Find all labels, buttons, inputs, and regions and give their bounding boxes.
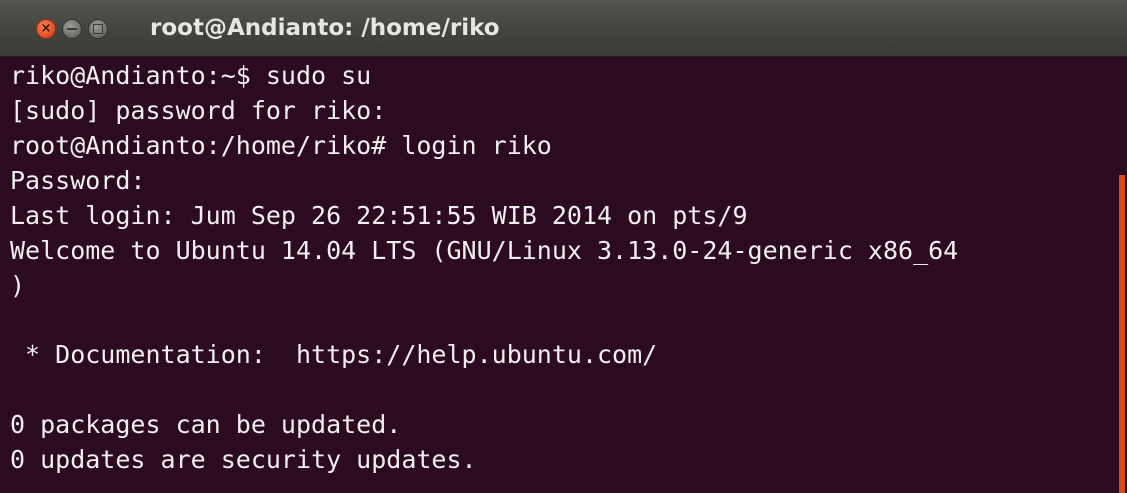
terminal-line: 0 updates are security updates. xyxy=(10,445,477,474)
minimize-button[interactable] xyxy=(62,19,82,39)
terminal-output[interactable]: riko@Andianto:~$ sudo su [sudo] password… xyxy=(0,57,1117,493)
terminal-line: riko@Andianto:~$ sudo su xyxy=(10,61,372,90)
terminal-line: [sudo] password for riko: xyxy=(10,96,387,125)
terminal-line: ) xyxy=(10,271,26,300)
terminal-line: root@Andianto:/home/riko# login riko xyxy=(10,131,552,160)
maximize-icon xyxy=(93,24,103,34)
scrollbar-thumb[interactable] xyxy=(1119,175,1125,493)
terminal-line: Last login: Jum Sep 26 22:51:55 WIB 2014… xyxy=(10,201,748,230)
close-icon: × xyxy=(40,21,52,36)
maximize-button[interactable] xyxy=(88,19,108,39)
terminal-window: × root@Andianto: /home/riko riko@Andiant… xyxy=(0,0,1127,493)
window-title: root@Andianto: /home/riko xyxy=(150,15,500,41)
terminal-line: Welcome to Ubuntu 14.04 LTS (GNU/Linux 3… xyxy=(10,236,959,265)
close-button[interactable]: × xyxy=(36,19,56,39)
title-bar[interactable]: × root@Andianto: /home/riko xyxy=(0,0,1127,57)
terminal-line: * Documentation: https://help.ubuntu.com… xyxy=(10,340,658,369)
terminal-line: Password: xyxy=(10,166,146,195)
minimize-icon xyxy=(67,28,77,30)
vertical-scrollbar[interactable] xyxy=(1117,57,1127,493)
terminal-line: 0 packages can be updated. xyxy=(10,410,402,439)
